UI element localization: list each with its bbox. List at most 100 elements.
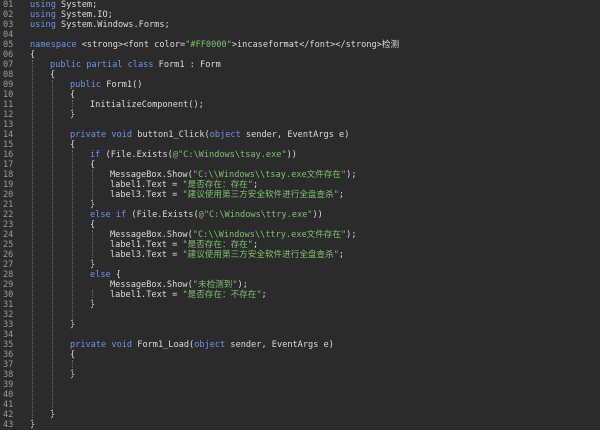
indent-guide <box>92 170 93 208</box>
keyword-token: if <box>90 150 101 160</box>
keyword-token: using <box>30 20 56 30</box>
string-token: "C:\\Windows\\ttry.exe文件存在" <box>192 230 347 240</box>
code-line: 06 { <box>0 50 35 60</box>
code-line: 24 MessageBox.Show("C:\\Windows\\ttry.exe… <box>0 230 357 240</box>
code-text: { <box>30 50 35 60</box>
keyword-token: else <box>90 270 111 280</box>
code-token: ); <box>237 280 248 290</box>
line-number: 10 <box>3 90 14 100</box>
line-number: 31 <box>3 300 14 310</box>
code-line: 21} <box>0 200 95 210</box>
code-text: { <box>70 90 75 100</box>
code-text: label1.Text = "是否存在：不存在"; <box>110 290 267 300</box>
string-token: "是否存在：不存在" <box>182 290 262 300</box>
code-line: 42} <box>0 410 55 420</box>
code-token: Form1 : Form <box>153 60 221 70</box>
code-line: 14 private void button1_Click(object send… <box>0 130 349 140</box>
code-token: )) <box>286 150 297 160</box>
keyword-token: public partial class <box>50 60 154 70</box>
line-number: 20 <box>3 190 14 200</box>
code-token: MessageBox.Show( <box>110 230 193 240</box>
code-text: InitializeComponent(); <box>90 100 204 110</box>
code-line: 32 <box>0 310 21 320</box>
keyword-token: object <box>209 130 241 140</box>
code-token: { <box>70 90 76 100</box>
code-token: { <box>30 50 36 60</box>
code-token: label3.Text = <box>110 250 183 260</box>
code-text: using System.IO; <box>30 10 113 20</box>
line-number: 24 <box>3 230 14 240</box>
line-number: 29 <box>3 280 14 290</box>
code-line: 23 { <box>0 220 95 230</box>
indent-guide <box>72 100 73 118</box>
code-text: { <box>50 70 55 80</box>
code-token: button1_Click( <box>132 130 210 140</box>
code-line: 37 <box>0 360 21 370</box>
line-number: 11 <box>3 100 14 110</box>
line-number: 33 <box>3 320 14 330</box>
code-line: 17 { <box>0 160 95 170</box>
code-text: using System; <box>30 0 97 10</box>
code-text: else { <box>90 270 121 280</box>
code-text: label1.Text = "是否存在：存在"; <box>110 180 258 190</box>
code-line: 31} <box>0 300 95 310</box>
code-token: System.IO; <box>55 10 113 20</box>
code-token: <strong><font color= <box>76 40 186 50</box>
line-number: 19 <box>3 180 14 190</box>
line-number: 21 <box>3 200 14 210</box>
line-number: 09 <box>3 80 14 90</box>
line-number: 34 <box>3 330 14 340</box>
string-token: @"C:\Windows\tsay.exe" <box>172 150 287 160</box>
line-number: 12 <box>3 110 14 120</box>
code-line: 18 MessageBox.Show("C:\\Windows\\tsay.exe… <box>0 170 357 180</box>
line-number: 41 <box>3 400 14 410</box>
line-number: 36 <box>3 350 14 360</box>
code-token: Form1_Load( <box>132 340 195 350</box>
code-token: { <box>70 140 76 150</box>
code-line: 33} <box>0 320 75 330</box>
line-number: 27 <box>3 260 14 270</box>
code-line: 07 public partial class Form1 : Form <box>0 60 221 70</box>
line-number: 26 <box>3 250 14 260</box>
keyword-token: object <box>194 340 226 350</box>
code-line: 26 label3.Text = "建议使用第三方安全软件进行全盘查杀"; <box>0 250 344 260</box>
code-token: { <box>90 220 96 230</box>
line-number: 30 <box>3 290 14 300</box>
line-number: 37 <box>3 360 14 370</box>
code-line: 11 InitializeComponent(); <box>0 100 204 110</box>
code-text: using System.Windows.Forms; <box>30 20 170 30</box>
code-token: sender, EventArgs e) <box>225 340 334 350</box>
line-number: 06 <box>3 50 14 60</box>
code-token: label1.Text = <box>110 180 183 190</box>
code-token: (File.Exists( <box>126 210 199 220</box>
code-text: private void Form1_Load(object sender, E… <box>70 340 334 350</box>
line-number: 14 <box>3 130 14 140</box>
code-line: 30 label1.Text = "是否存在：不存在"; <box>0 290 267 300</box>
keyword-token: public <box>70 80 102 90</box>
indent-guide <box>52 80 53 418</box>
string-token: "建议使用第三方安全软件进行全盘查杀" <box>182 190 339 200</box>
keyword-token: using <box>30 0 56 10</box>
code-token: ; <box>261 290 267 300</box>
code-token: Form1() <box>101 80 143 90</box>
code-token: System; <box>55 0 98 10</box>
line-number: 17 <box>3 160 14 170</box>
code-line: 16 if (File.Exists(@"C:\Windows\tsay.exe"… <box>0 150 297 160</box>
code-editor[interactable]: 01 using System; 02 using System.IO; 03 using… <box>0 0 600 430</box>
code-line: 12} <box>0 110 75 120</box>
code-token: ; <box>338 250 345 260</box>
code-text: MessageBox.Show("未检测到"); <box>110 280 248 290</box>
code-text: label3.Text = "建议使用第三方安全软件进行全盘查杀"; <box>110 250 344 260</box>
indent-guide <box>92 290 93 308</box>
code-line: 39 <box>0 380 21 390</box>
code-line: 20 label3.Text = "建议使用第三方安全软件进行全盘查杀"; <box>0 190 344 200</box>
line-number: 40 <box>3 390 14 400</box>
code-token: >incaseformat</font></strong>检测 <box>231 40 400 50</box>
code-line: 28 else { <box>0 270 121 280</box>
code-token: ); <box>346 170 357 180</box>
code-line: 29 MessageBox.Show("未检测到"); <box>0 280 248 290</box>
indent-guide <box>72 150 73 328</box>
code-line: 10 { <box>0 90 75 100</box>
line-number: 04 <box>3 30 14 40</box>
code-line: 05 namespace <strong><font color="#FF0000… <box>0 40 399 50</box>
